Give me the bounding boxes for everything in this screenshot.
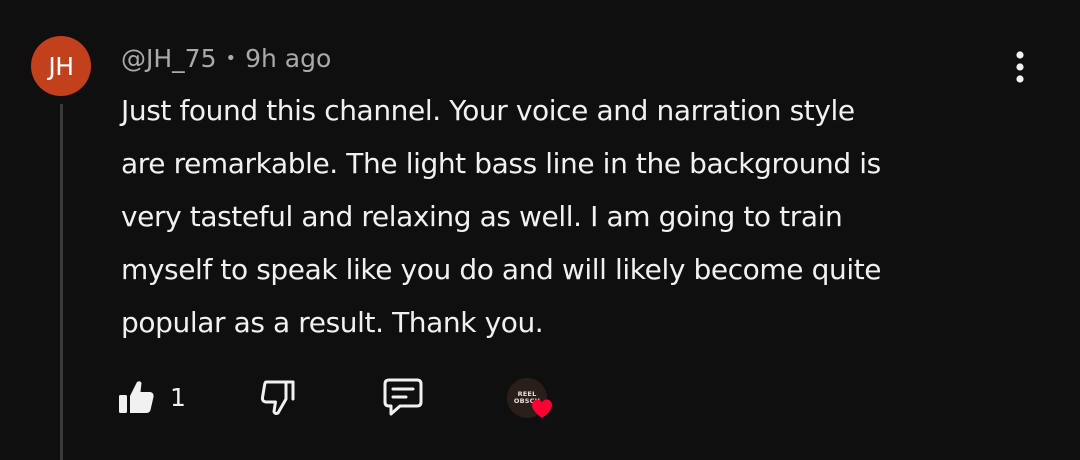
- like-button[interactable]: 1: [116, 372, 186, 422]
- author-handle[interactable]: @JH_75: [121, 44, 216, 73]
- reply-thread-line: [60, 104, 63, 460]
- reply-button[interactable]: [381, 372, 425, 422]
- comment-reply-icon: [383, 378, 423, 416]
- thumbs-up-filled-icon: [119, 381, 154, 413]
- comment-timestamp: 9h ago: [245, 43, 332, 73]
- meta-separator: •: [225, 47, 237, 69]
- comment-header: @JH_75 • 9h ago: [121, 40, 331, 76]
- thumbs-down-outline-icon: [260, 380, 295, 415]
- like-count: 1: [170, 382, 186, 412]
- comment-body: Just found this channel. Your voice and …: [121, 94, 882, 339]
- more-vertical-icon: [1016, 51, 1024, 83]
- avatar-initials: JH: [48, 51, 74, 81]
- comment-actions: 1 REEL OBSCU: [116, 372, 596, 422]
- dislike-button[interactable]: [258, 372, 298, 422]
- heart-icon: [532, 399, 552, 418]
- author-avatar[interactable]: JH: [31, 36, 91, 96]
- creator-heart-badge: REEL OBSCU: [504, 375, 552, 423]
- more-options-button[interactable]: [1004, 48, 1036, 86]
